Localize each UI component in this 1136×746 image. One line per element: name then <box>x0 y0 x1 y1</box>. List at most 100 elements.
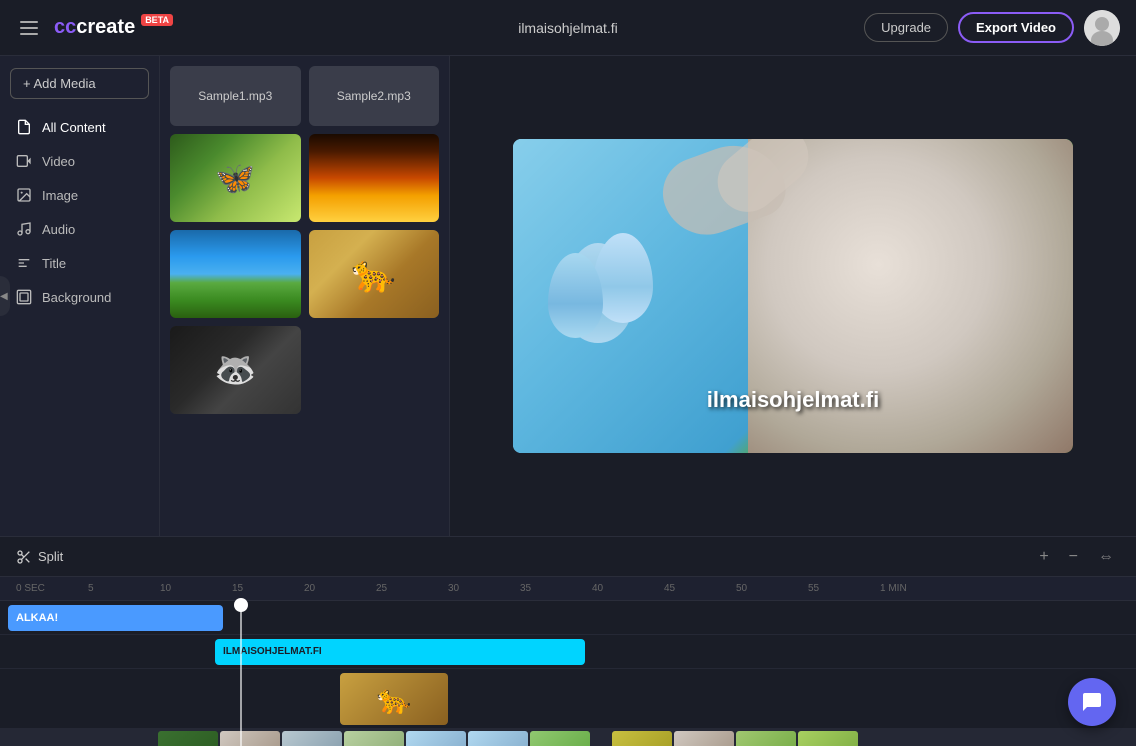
sidebar-item-background[interactable]: Background <box>0 281 159 313</box>
export-video-button[interactable]: Export Video <box>958 12 1074 43</box>
tracks-area: ALKAA! ILMAISOHJELMAT.FI 🐆 <box>0 601 1136 746</box>
logo-cc: cc <box>54 16 76 38</box>
media-item-cheetah[interactable] <box>309 230 440 318</box>
media-item-audio1[interactable]: Sample1.mp3 <box>170 66 301 126</box>
avatar[interactable] <box>1084 10 1120 46</box>
logo: cccreate BETA <box>54 16 173 39</box>
file-icon <box>16 119 32 135</box>
timeline-zoom-controls: + − ⇔ <box>1033 546 1120 568</box>
media-item-butterfly[interactable] <box>170 134 301 222</box>
track-filmstrip <box>0 729 1136 746</box>
sidebar-collapse-button[interactable]: ◀◀ <box>0 276 10 316</box>
clip-ilmaiso[interactable]: ILMAISOHJELMAT.FI <box>215 639 585 665</box>
playhead-line <box>240 601 242 746</box>
ruler-mark-40: 40 <box>592 583 603 594</box>
chat-support-button[interactable] <box>1068 678 1116 726</box>
filmstrip-frame-10 <box>736 731 796 746</box>
timeline: Split + − ⇔ 0 SEC 5 10 15 20 25 30 35 40… <box>0 536 1136 746</box>
filmstrip-frame-9 <box>674 731 734 746</box>
ruler-mark-35: 35 <box>520 583 531 594</box>
filmstrip-frame-5 <box>406 731 466 746</box>
thumbnail-sunset <box>309 134 440 222</box>
zoom-fit-button[interactable]: ⇔ <box>1092 546 1120 568</box>
audio-icon <box>16 221 32 237</box>
media-item-sunset[interactable] <box>309 134 440 222</box>
sidebar-item-label: Video <box>42 154 75 169</box>
ruler-mark-20: 20 <box>304 583 315 594</box>
sidebar-item-video[interactable]: Video <box>0 145 159 177</box>
ruler-mark-5: 5 <box>88 583 94 594</box>
upgrade-button[interactable]: Upgrade <box>864 13 948 42</box>
track-2: ILMAISOHJELMAT.FI <box>0 635 1136 669</box>
filmstrip-frame-8 <box>612 731 672 746</box>
preview-panel: ilmaisohjelmat.fi <box>450 56 1136 536</box>
video-icon <box>16 153 32 169</box>
split-button[interactable]: Split <box>16 549 63 565</box>
app-header: cccreate BETA ilmaisohjelmat.fi Upgrade … <box>0 0 1136 56</box>
timeline-ruler: 0 SEC 5 10 15 20 25 30 35 40 45 50 55 1 … <box>0 577 1136 601</box>
media-item-mountains[interactable] <box>170 230 301 318</box>
sidebar-item-label: Audio <box>42 222 75 237</box>
title-icon <box>16 255 32 271</box>
logo-text: cccreate <box>54 16 135 39</box>
filmstrip-frame-4 <box>344 731 404 746</box>
thumbnail-butterfly <box>170 134 301 222</box>
sidebar-item-label: Image <box>42 188 78 203</box>
beta-badge: BETA <box>141 14 173 26</box>
filmstrip-frame-7 <box>530 731 590 746</box>
timeline-toolbar: Split + − ⇔ <box>0 537 1136 577</box>
ruler-mark-30: 30 <box>448 583 459 594</box>
thumbnail-lemur <box>170 326 301 414</box>
ruler-mark-10: 10 <box>160 583 171 594</box>
sidebar-item-image[interactable]: Image <box>0 179 159 211</box>
timeline-playhead[interactable] <box>240 601 242 746</box>
cheetah-thumbnail: 🐆 <box>340 673 448 725</box>
filmstrip-frame-6 <box>468 731 528 746</box>
filmstrip-frame-3 <box>282 731 342 746</box>
filmstrip-frame-2 <box>220 731 280 746</box>
media-item-audio2[interactable]: Sample2.mp3 <box>309 66 440 126</box>
chat-icon <box>1080 690 1104 714</box>
ruler-mark-50: 50 <box>736 583 747 594</box>
main-area: + Add Media All Content Video Image Audi… <box>0 56 1136 536</box>
image-icon <box>16 187 32 203</box>
split-label: Split <box>38 549 63 564</box>
track-1: ALKAA! <box>0 601 1136 635</box>
sidebar: + Add Media All Content Video Image Audi… <box>0 56 160 536</box>
sidebar-item-label: All Content <box>42 120 106 135</box>
media-item-lemur[interactable] <box>170 326 301 414</box>
ruler-mark-55: 55 <box>808 583 819 594</box>
media-panel: Sample1.mp3 Sample2.mp3 <box>160 56 450 536</box>
ruler-mark-0sec: 0 SEC <box>16 583 45 594</box>
zoom-out-button[interactable]: − <box>1063 546 1084 568</box>
clip-alkaa[interactable]: ALKAA! <box>8 605 223 631</box>
scissors-icon <box>16 549 32 565</box>
ruler-mark-25: 25 <box>376 583 387 594</box>
audio-filename: Sample2.mp3 <box>337 89 411 103</box>
clip-cheetah-video[interactable]: 🐆 <box>340 673 448 725</box>
sidebar-item-label: Background <box>42 290 111 305</box>
avatar-image <box>1084 10 1120 46</box>
thumbnail-cheetah <box>309 230 440 318</box>
background-icon <box>16 289 32 305</box>
sidebar-item-title[interactable]: Title <box>0 247 159 279</box>
ruler-mark-15: 15 <box>232 583 243 594</box>
header-left: cccreate BETA <box>16 16 173 39</box>
preview-overlay-text: ilmaisohjelmat.fi <box>707 387 879 413</box>
sidebar-item-all-content[interactable]: All Content <box>0 111 159 143</box>
timeline-content: 0 SEC 5 10 15 20 25 30 35 40 45 50 55 1 … <box>0 577 1136 746</box>
filmstrip-frame-1 <box>158 731 218 746</box>
sidebar-item-audio[interactable]: Audio <box>0 213 159 245</box>
project-title: ilmaisohjelmat.fi <box>518 20 618 36</box>
filmstrip-frame-11 <box>798 731 858 746</box>
header-right: Upgrade Export Video <box>864 10 1120 46</box>
add-media-button[interactable]: + Add Media <box>10 68 149 99</box>
menu-icon[interactable] <box>16 17 42 39</box>
playhead-circle <box>234 598 248 612</box>
video-preview: ilmaisohjelmat.fi <box>513 139 1073 453</box>
thumbnail-mountains <box>170 230 301 318</box>
zoom-in-button[interactable]: + <box>1033 546 1054 568</box>
audio-filename: Sample1.mp3 <box>198 89 272 103</box>
track-3: 🐆 <box>0 669 1136 729</box>
ruler-mark-45: 45 <box>664 583 675 594</box>
